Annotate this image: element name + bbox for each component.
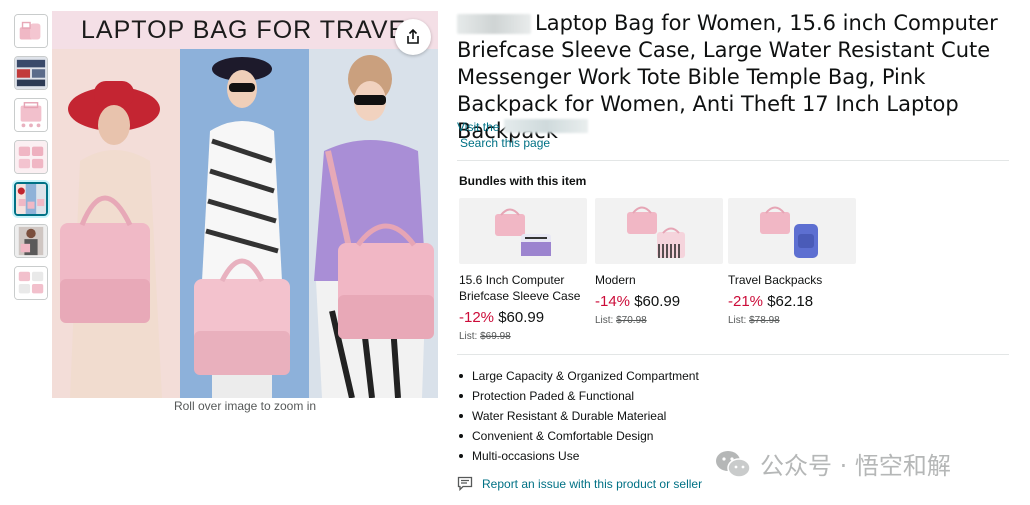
store-name-redacted (504, 119, 588, 133)
bundle-discount-3: -21% (728, 293, 764, 310)
thumbnail-6[interactable] (14, 224, 48, 258)
wechat-icon (716, 450, 751, 478)
share-button[interactable] (395, 19, 431, 55)
bundle-image-1 (459, 198, 587, 264)
bundle-item-2[interactable]: Modern -14% $60.99 List: $70.98 (595, 198, 725, 326)
divider (457, 160, 1009, 161)
report-icon (457, 476, 473, 491)
thumbnail-strip (14, 14, 50, 308)
product-photo-illustration (52, 49, 438, 398)
bundle-item-3[interactable]: Travel Backpacks -21% $62.18 List: $78.9… (728, 198, 858, 326)
thumbnail-2[interactable] (14, 56, 48, 90)
image-banner-text: LAPTOP BAG FOR TRAVEL (81, 16, 422, 44)
thumbnail-5[interactable] (14, 182, 48, 216)
bundle-image-3 (728, 198, 856, 264)
thumbnail-1[interactable] (14, 14, 48, 48)
share-icon (407, 29, 419, 44)
bundle-list-price-3: $78.98 (749, 315, 780, 326)
bundle-price-row-2: -14% $60.99 (595, 293, 725, 310)
bundle-list-price-row-2: List: $70.98 (595, 315, 725, 326)
visit-store-prefix: Visit the (457, 120, 500, 134)
bundle-list-price-2: $70.98 (616, 315, 647, 326)
bundle-list-price-row-1: List: $69.98 (459, 331, 589, 342)
feature-bullets: Large Capacity & Organized Compartment P… (459, 366, 699, 466)
bundle-list-label-2: List: (595, 315, 614, 326)
report-issue-link[interactable]: Report an issue with this product or sel… (457, 476, 702, 491)
bundle-price-2: $60.99 (634, 293, 681, 310)
report-issue-text: Report an issue with this product or sel… (482, 476, 703, 491)
bundle-price-3: $62.18 (767, 293, 814, 310)
feature-bullet: Water Resistant & Durable Materieal (459, 406, 699, 426)
visit-store-link[interactable]: Visit the (457, 120, 499, 134)
main-product-image[interactable]: LAPTOP BAG FOR TRAVEL (52, 11, 438, 398)
feature-bullet: Multi-occasions Use (459, 446, 699, 466)
bundle-discount-1: -12% (459, 309, 495, 326)
thumbnail-3[interactable] (14, 98, 48, 132)
search-this-page-link[interactable]: Search this page (460, 136, 550, 150)
bundle-name-1: 15.6 Inch Computer Briefcase Sleeve Case (459, 273, 581, 303)
bundle-list-price-row-3: List: $78.98 (728, 315, 858, 326)
bundle-name-2: Modern (595, 273, 636, 287)
bundle-price-row-3: -21% $62.18 (728, 293, 858, 310)
bundle-price-row-1: -12% $60.99 (459, 309, 589, 326)
bundle-list-label-1: List: (459, 331, 478, 342)
bundles-heading: Bundles with this item (459, 174, 587, 188)
bundle-price-1: $60.99 (498, 309, 545, 326)
thumbnail-7[interactable] (14, 266, 48, 300)
feature-bullet: Protection Paded & Functional (459, 386, 699, 406)
watermark: 公众号 · 悟空和解 (714, 446, 951, 481)
bundle-name-3: Travel Backpacks (728, 273, 823, 287)
bundle-list-price-1: $69.98 (480, 331, 511, 342)
thumbnail-4[interactable] (14, 140, 48, 174)
feature-bullet: Large Capacity & Organized Compartment (459, 366, 699, 386)
bundle-list-label-3: List: (728, 315, 747, 326)
feature-bullet: Convenient & Comfortable Design (459, 426, 699, 446)
divider (457, 354, 1009, 355)
zoom-hint: Roll over image to zoom in (173, 399, 317, 413)
bundle-image-2 (595, 198, 723, 264)
bundle-discount-2: -14% (595, 293, 631, 310)
bundle-item-1[interactable]: 15.6 Inch Computer Briefcase Sleeve Case… (459, 198, 589, 342)
watermark-text: 公众号 · 悟空和解 (760, 452, 951, 480)
